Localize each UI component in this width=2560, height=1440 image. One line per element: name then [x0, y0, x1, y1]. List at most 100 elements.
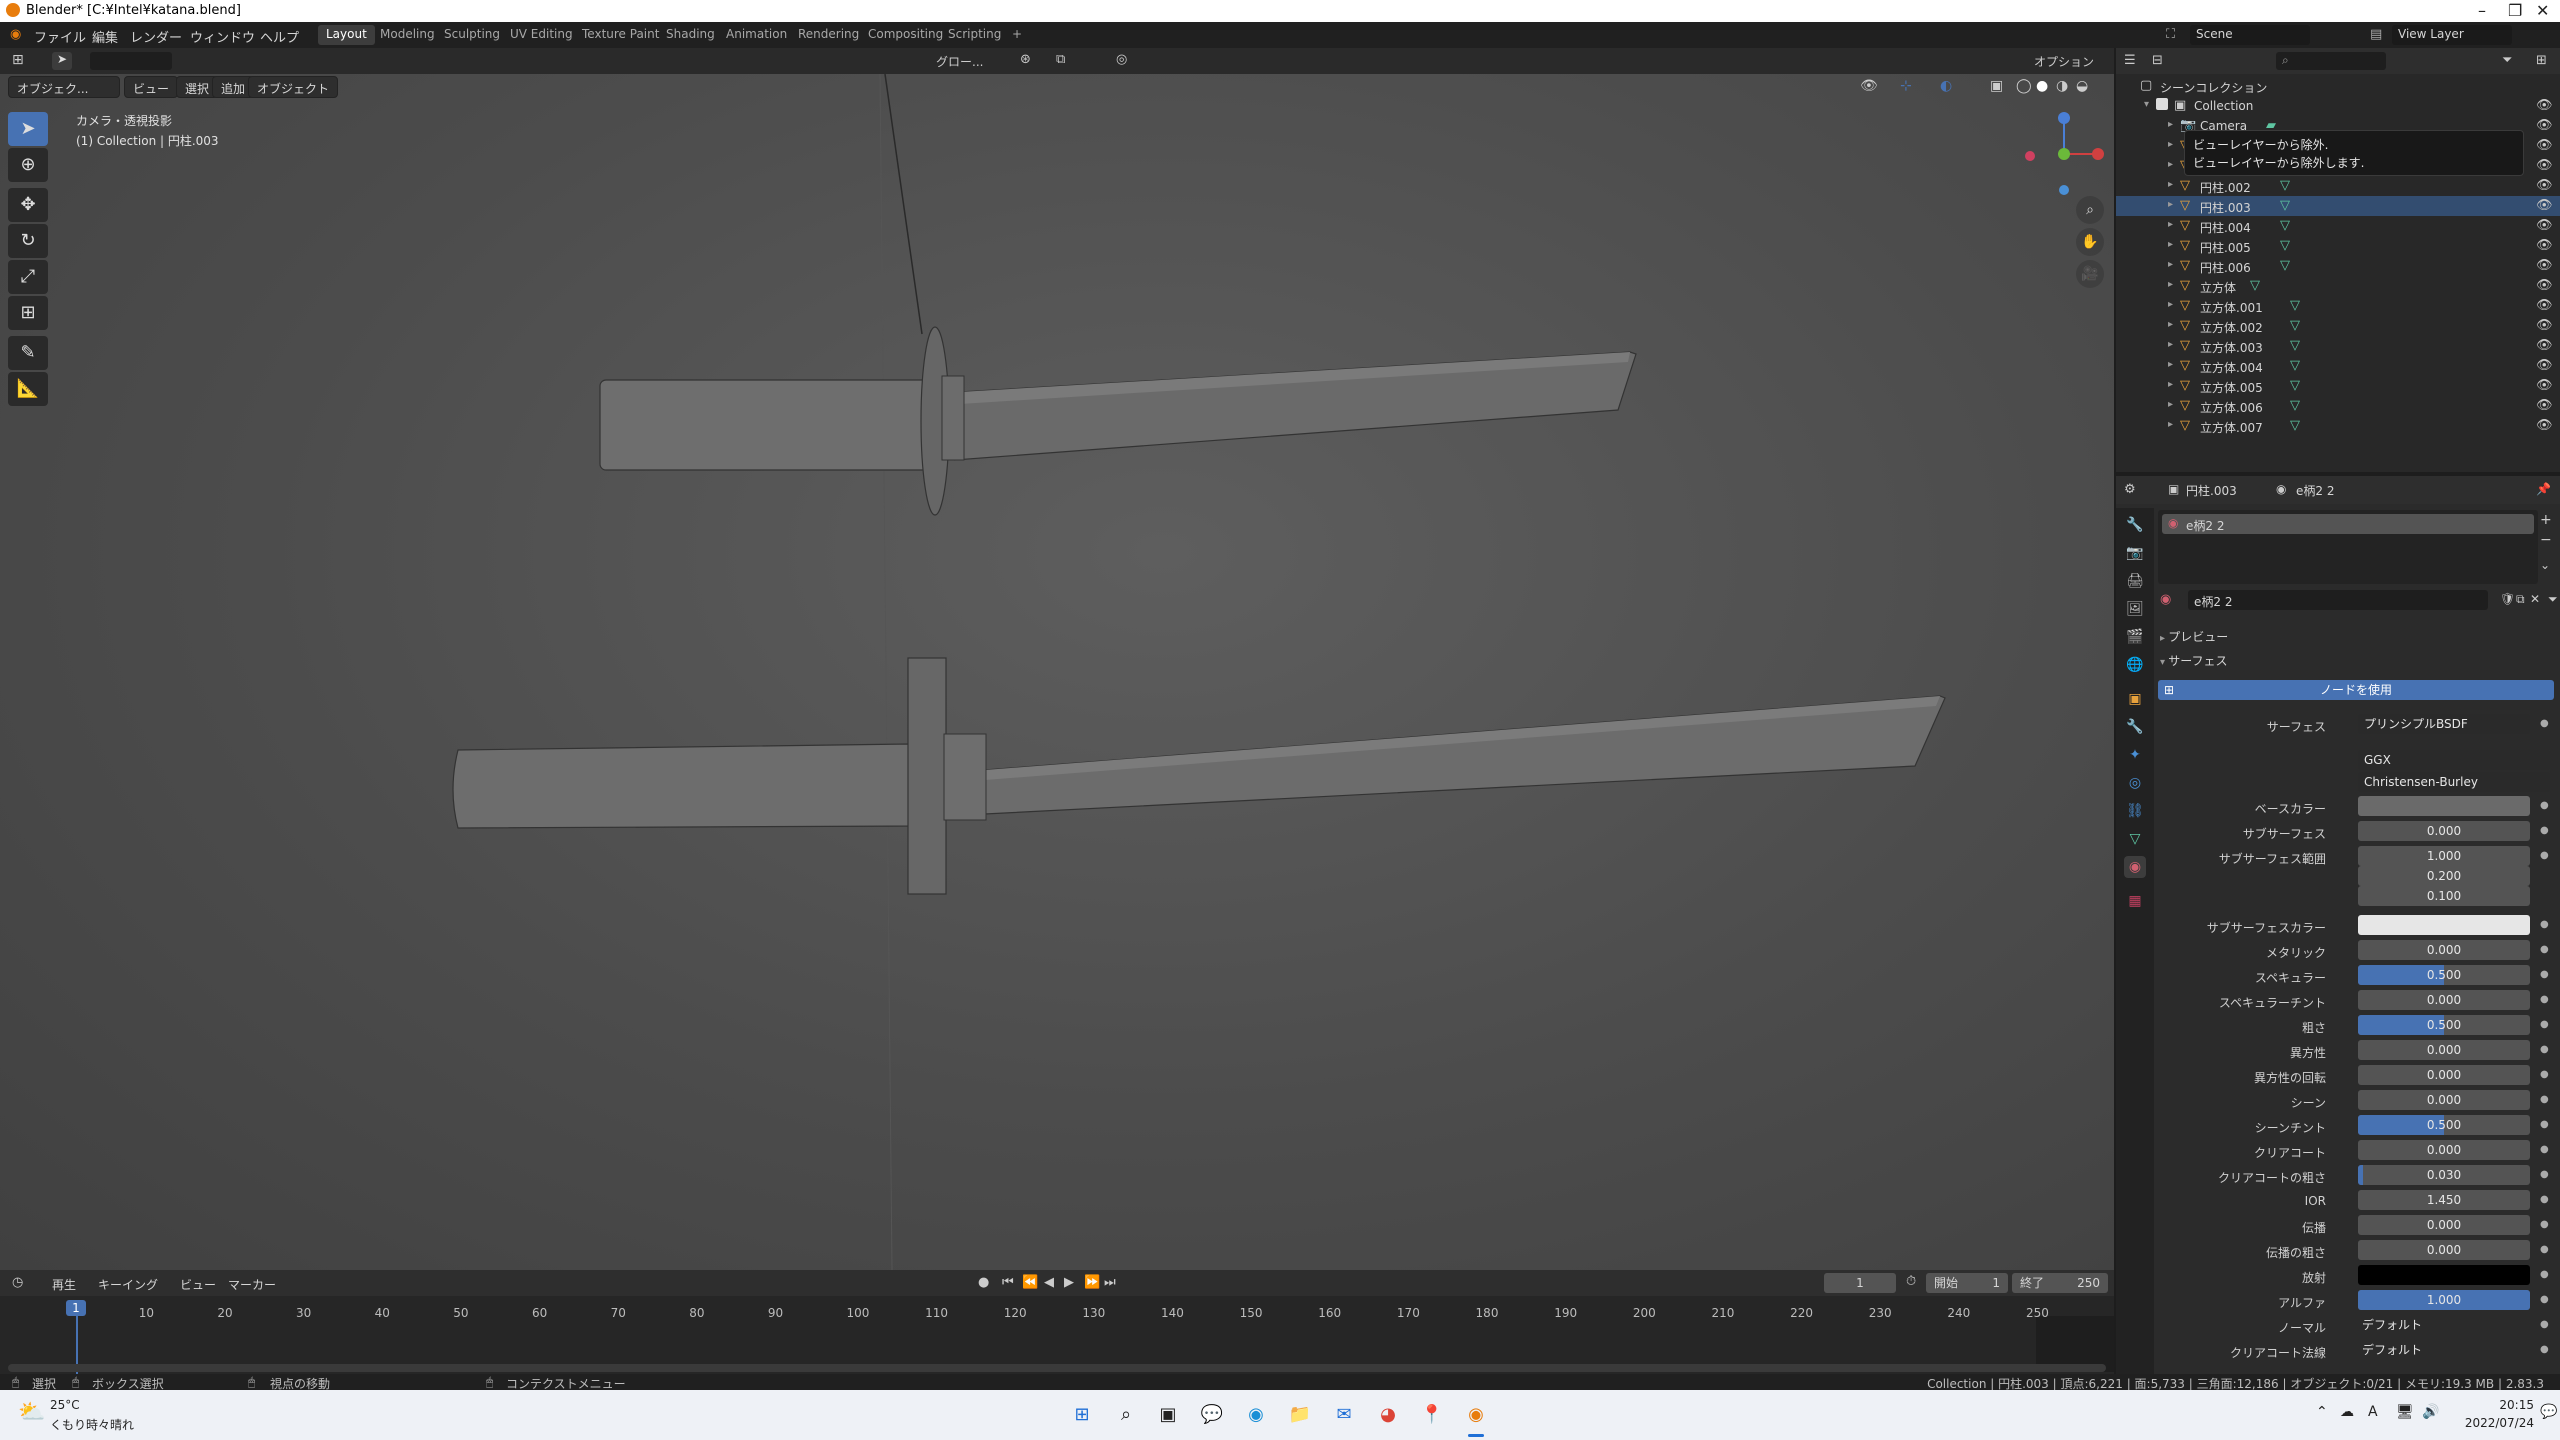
pan-icon[interactable]: ✋ [2076, 228, 2104, 256]
editor-type-icon[interactable]: ⊞ [12, 52, 24, 68]
new-collection-icon[interactable]: ⊞ [2536, 53, 2547, 68]
play-reverse-icon[interactable]: ◀ [1044, 1275, 1054, 1290]
prev-keyframe-icon[interactable]: ⏪ [1022, 1275, 1038, 1290]
property-row[interactable]: 粗さ 0.500 ● [2156, 1015, 2560, 1037]
timeline-editor-icon[interactable]: ◷ [12, 1275, 23, 1290]
marker-menu[interactable]: マーカー [228, 1276, 276, 1293]
zoom-icon[interactable]: ⌕ [2076, 196, 2104, 224]
eye-icon[interactable]: 👁 [2536, 238, 2553, 253]
outliner-search-input[interactable]: ⌕ [2276, 52, 2386, 70]
eye-icon[interactable]: 👁 [2536, 298, 2553, 313]
jump-start-icon[interactable]: ⏮ [1002, 1275, 1014, 1290]
distribution-dropdown[interactable]: GGX [2358, 750, 2550, 770]
property-field[interactable]: 1.000 [2358, 846, 2530, 866]
minimize-icon[interactable]: – [2478, 1, 2486, 20]
mesh-data-icon[interactable]: ▽ [2290, 398, 2300, 413]
properties-editor-icon[interactable]: ⚙ [2124, 482, 2136, 497]
play-icon[interactable]: ▶ [1064, 1275, 1074, 1290]
tab-animation[interactable]: Animation [718, 25, 795, 45]
surface-socket-icon[interactable]: ● [2540, 718, 2549, 729]
outliner-item[interactable]: ▸ ▽ 立方体.002 ▽ 👁 [2116, 316, 2560, 336]
remove-slot-icon[interactable]: − [2540, 532, 2552, 548]
pivot-icon[interactable]: ⊛ [1020, 52, 1031, 67]
property-row[interactable]: 伝播の粗さ 0.000 ● [2156, 1240, 2560, 1262]
subsurface-method-dropdown[interactable]: Christensen-Burley [2358, 772, 2550, 792]
menu-window[interactable]: ウィンドウ [190, 27, 255, 46]
duplicate-material-icon[interactable]: ⧉ [2516, 592, 2525, 607]
tab-layout[interactable]: Layout [318, 25, 375, 45]
property-row[interactable]: サブサーフェス範囲 1.000 ● [2156, 846, 2560, 868]
file-explorer-icon[interactable]: 📁 [1286, 1401, 1314, 1429]
eye-icon[interactable]: 👁 [2536, 398, 2553, 413]
property-row[interactable]: 異方性の回転 0.000 ● [2156, 1065, 2560, 1087]
keying-menu[interactable]: キーイング [98, 1276, 158, 1293]
preview-panel-header[interactable]: ▸ プレビュー [2160, 628, 2228, 645]
outliner-item[interactable]: ▸ ▽ 立方体.001 ▽ 👁 [2116, 296, 2560, 316]
teams-chat-icon[interactable]: 💬 [1198, 1401, 1226, 1429]
expand-icon[interactable]: ▸ [2168, 199, 2173, 210]
expand-icon[interactable]: ▸ [2168, 399, 2173, 410]
property-row[interactable]: クリアコート法線 デフォルト ● [2156, 1340, 2560, 1362]
start-menu-icon[interactable]: ⊞ [1068, 1401, 1096, 1429]
property-field[interactable]: 0.000 [2358, 990, 2530, 1010]
particles-tab-icon[interactable]: ✦ [2124, 744, 2146, 766]
socket-icon[interactable]: ● [2540, 1219, 2549, 1230]
constraints-tab-icon[interactable]: ⛓ [2124, 800, 2146, 822]
socket-icon[interactable]: ● [2540, 825, 2549, 836]
volume-icon[interactable]: 🔊 [2422, 1404, 2439, 1420]
property-row[interactable]: アルファ 1.000 ● [2156, 1290, 2560, 1312]
expand-icon[interactable]: ▸ [2168, 419, 2173, 430]
clock-date[interactable]: 2022/07/24 [2450, 1416, 2534, 1430]
mesh-data-icon[interactable]: ▽ [2280, 258, 2290, 273]
expand-icon[interactable]: ▸ [2168, 319, 2173, 330]
property-row[interactable]: ノーマル デフォルト ● [2156, 1315, 2560, 1337]
material-tab-icon[interactable]: ◉ [2124, 856, 2146, 878]
property-row[interactable]: メタリック 0.000 ● [2156, 940, 2560, 962]
property-field[interactable]: 0.500 [2358, 1015, 2530, 1035]
socket-icon[interactable]: ● [2540, 1269, 2549, 1280]
mesh-data-icon[interactable]: ▽ [2280, 198, 2290, 213]
eye-icon[interactable]: 👁 [2536, 358, 2553, 373]
property-field[interactable] [2358, 1265, 2530, 1285]
property-field[interactable]: 0.000 [2358, 1090, 2530, 1110]
socket-icon[interactable]: ● [2540, 800, 2549, 811]
select-mode-buttons[interactable] [90, 52, 172, 70]
expand-icon[interactable]: ▸ [2168, 139, 2173, 150]
socket-icon[interactable]: ● [2540, 1194, 2549, 1205]
expand-icon[interactable]: ▸ [2168, 279, 2173, 290]
material-slot-list[interactable]: ◉ e柄2 2 [2158, 510, 2538, 584]
maps-app-icon[interactable]: 📍 [1418, 1401, 1446, 1429]
surface-shader-field[interactable]: プリンシプルBSDF [2358, 714, 2530, 734]
cloud-icon[interactable]: ☁ [2340, 1404, 2354, 1420]
property-row[interactable]: シーンチント 0.500 ● [2156, 1115, 2560, 1137]
camera-view-icon[interactable]: 🎥 [2076, 260, 2104, 288]
expand-icon[interactable]: ▸ [2168, 359, 2173, 370]
socket-icon[interactable]: ● [2540, 1344, 2549, 1355]
outliner-item[interactable]: ▸ ▽ 立方体 ▽ 👁 [2116, 276, 2560, 296]
scene-icon[interactable]: ⛶ [2166, 27, 2175, 42]
end-frame-field[interactable]: 終了 250 [2012, 1273, 2108, 1293]
unlink-material-icon[interactable]: ✕ [2530, 592, 2540, 606]
mesh-data-icon[interactable]: ▽ [2290, 378, 2300, 393]
add-workspace-icon[interactable]: + [1004, 25, 1030, 45]
object-tab-icon[interactable]: ▣ [2124, 688, 2146, 710]
chrome-browser-icon[interactable]: ◕ [1374, 1401, 1402, 1429]
view-layer-selector[interactable]: View Layer [2392, 25, 2512, 45]
blender-taskbar-icon[interactable]: ◉ [1462, 1401, 1490, 1429]
outliner-item[interactable]: ▸ ▽ 立方体.006 ▽ 👁 [2116, 396, 2560, 416]
fake-user-icon[interactable]: 🛡 [2500, 592, 2515, 606]
blender-menu-icon[interactable]: ◉ [10, 27, 21, 42]
property-row[interactable]: サブサーフェスカラー ● [2156, 915, 2560, 937]
tab-uv-editing[interactable]: UV Editing [502, 25, 581, 45]
socket-icon[interactable]: ● [2540, 1069, 2549, 1080]
socket-icon[interactable]: ● [2540, 944, 2549, 955]
property-row[interactable]: IOR 1.450 ● [2156, 1190, 2560, 1212]
tool-tab-icon[interactable]: 🔧 [2124, 514, 2146, 536]
expand-icon[interactable]: ▸ [2168, 179, 2173, 190]
expand-icon[interactable]: ▸ [2168, 219, 2173, 230]
navigation-gizmo[interactable] [2016, 110, 2106, 200]
menu-edit[interactable]: 編集 [92, 27, 118, 46]
material-name-field[interactable]: e柄2 2 [2188, 590, 2488, 610]
socket-icon[interactable]: ● [2540, 1044, 2549, 1055]
socket-icon[interactable]: ● [2540, 1294, 2549, 1305]
